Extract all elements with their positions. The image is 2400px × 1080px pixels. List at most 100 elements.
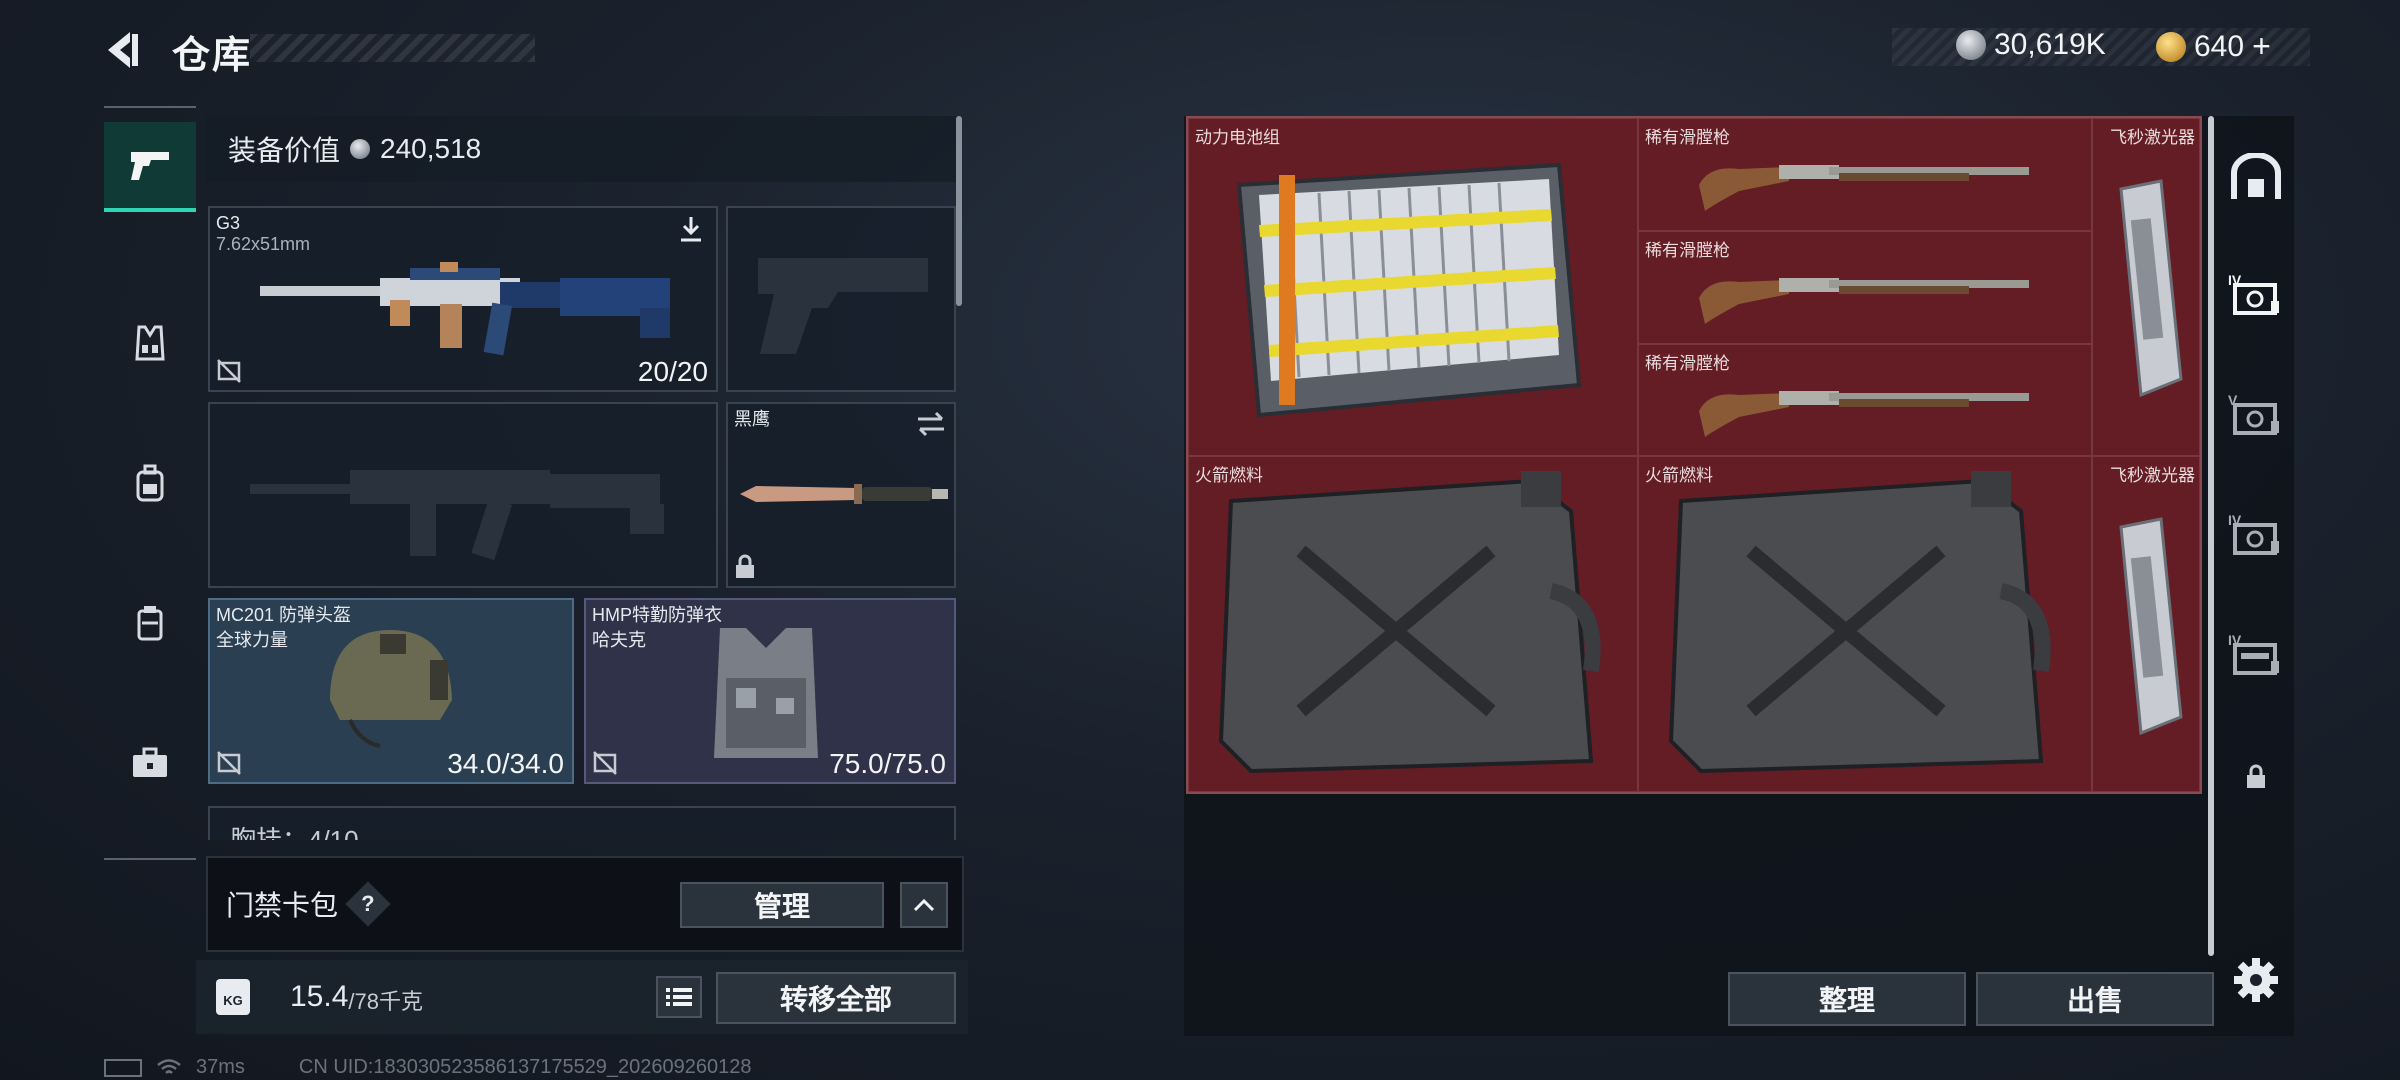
stash-item-musket[interactable]: 稀有滑膛枪 xyxy=(1638,344,2092,456)
equipment-value: 240,518 xyxy=(380,133,482,164)
back-button[interactable] xyxy=(100,26,148,74)
kettlebell-icon: KG xyxy=(216,979,250,1015)
weapon-durability: 20/20 xyxy=(637,356,708,387)
gold-coin-icon xyxy=(2156,31,2186,62)
sidebar-item-case-v[interactable]: V xyxy=(2214,362,2298,472)
jerrycan-icon xyxy=(1218,471,1601,774)
item-label: 飞秒激光器 xyxy=(2110,466,2195,485)
battery-pack-icon xyxy=(1236,162,1582,418)
melee-slot[interactable]: 黑鹰 xyxy=(726,402,956,588)
download-icon[interactable] xyxy=(676,214,706,244)
title-decoration xyxy=(250,34,535,62)
armor-brand: 哈夫克 xyxy=(592,630,646,650)
chest-rig-label: 胸挂：4/10 xyxy=(230,825,359,840)
pistol-icon xyxy=(131,152,169,180)
melee-name: 黑鹰 xyxy=(734,409,770,429)
stash-item-rocket-fuel[interactable]: 火箭燃料 xyxy=(1188,456,1638,792)
sidebar-item-backpack[interactable] xyxy=(104,438,196,528)
item-label: 飞秒激光器 xyxy=(2110,128,2195,147)
lock-icon xyxy=(736,554,754,578)
case-tier-icon xyxy=(2233,403,2279,435)
musket-icon xyxy=(1699,278,2029,324)
stash-item-battery-pack[interactable]: 动力电池组 xyxy=(1188,118,1638,456)
pouch-icon xyxy=(137,606,163,641)
uninsured-icon xyxy=(217,359,241,383)
g3-rifle-icon xyxy=(260,262,670,356)
equipment-value-row: 装备价值 240,518 xyxy=(206,116,956,182)
transfer-all-button[interactable]: 转移全部 xyxy=(716,972,956,1024)
list-view-button[interactable] xyxy=(656,976,702,1018)
sidebar-item-pouch[interactable] xyxy=(104,578,196,668)
vest-icon xyxy=(135,325,165,361)
help-icon[interactable]: ? xyxy=(345,881,391,927)
card-pack-label: 门禁卡包 xyxy=(226,890,339,921)
jerrycan-icon xyxy=(1668,471,2051,774)
backpack-icon xyxy=(136,464,164,502)
sidebar-item-weapons[interactable] xyxy=(104,122,196,212)
stash-item-rocket-fuel[interactable]: 火箭燃料 xyxy=(1638,456,2092,792)
page-title: 仓库 xyxy=(172,35,253,77)
chest-rig-row[interactable]: 胸挂：4/10 xyxy=(208,806,956,840)
sell-button[interactable]: 出售 xyxy=(1976,972,2214,1026)
loadout-scrollbar[interactable] xyxy=(956,116,962,306)
secondary-weapon-slot-empty[interactable] xyxy=(208,402,718,588)
sidebar-item-chest-rig[interactable] xyxy=(104,298,196,388)
weight-max: /78千克 xyxy=(348,989,423,1014)
gear-icon xyxy=(2234,958,2278,1002)
sidebar-item-case-iv[interactable]: IV xyxy=(2214,242,2298,352)
stash-item-musket[interactable]: 稀有滑膛枪 xyxy=(1638,231,2092,344)
helmet-slot[interactable]: MC201 防弹头盔 全球力量 34.0/34.0 xyxy=(208,598,574,784)
silver-coin-icon xyxy=(350,139,371,159)
sidebar-item-case-iv-2[interactable]: IV xyxy=(2214,482,2298,592)
silver-amount: 30,619K xyxy=(1994,28,2106,61)
stash-item-femto-laser[interactable]: 飞秒激光器 xyxy=(2092,118,2200,456)
pistol-slot-empty[interactable] xyxy=(726,206,956,392)
sidebar-item-safe-box[interactable] xyxy=(2214,122,2298,232)
laser-icon xyxy=(2119,179,2183,398)
sidebar-item-case[interactable] xyxy=(104,718,196,808)
helmet-icon xyxy=(330,630,452,748)
knife-icon xyxy=(740,484,948,504)
armor-name: HMP特勤防弹衣 xyxy=(592,605,722,625)
swap-icon[interactable] xyxy=(914,410,948,438)
rifle-silhouette-icon xyxy=(250,470,664,561)
gold-amount: 640 xyxy=(2194,29,2245,63)
stash-item-musket[interactable]: 稀有滑膛枪 xyxy=(1638,118,2092,231)
sidebar-item-locked[interactable] xyxy=(2214,722,2298,832)
case-icon xyxy=(133,747,167,777)
safe-box-icon xyxy=(2231,153,2281,199)
back-arrow-icon xyxy=(108,32,138,68)
lock-icon xyxy=(2247,764,2265,788)
uninsured-icon xyxy=(217,751,241,775)
gold-currency[interactable]: 640 + xyxy=(2156,28,2271,65)
list-icon xyxy=(666,988,692,1006)
settings-button[interactable] xyxy=(2232,956,2280,1004)
silver-coin-icon xyxy=(1956,30,1986,60)
battery-icon xyxy=(104,1058,142,1077)
stash-item-femto-laser[interactable]: 飞秒激光器 xyxy=(2092,456,2200,792)
collapse-button[interactable] xyxy=(900,882,948,928)
musket-icon xyxy=(1699,165,2029,211)
helmet-durability: 34.0/34.0 xyxy=(447,748,564,779)
manage-button[interactable]: 管理 xyxy=(680,882,884,928)
uninsured-icon xyxy=(593,751,617,775)
laser-icon xyxy=(2119,517,2183,736)
silver-currency: 30,619K xyxy=(1956,28,2106,62)
stash-container-sidebar: IV V IV IV xyxy=(2214,116,2298,954)
weight-indicator: KG xyxy=(196,960,270,1034)
sort-button[interactable]: 整理 xyxy=(1728,972,1966,1026)
loadout-panel: 装备价值 240,518 G3 7.62x51mm 20/20 黑鹰 MC201… xyxy=(206,116,966,840)
card-pack-bar: 门禁卡包 ? 管理 xyxy=(206,856,964,952)
loadout-category-sidebar xyxy=(104,106,196,860)
body-armor-icon xyxy=(714,628,818,758)
add-gold-button[interactable]: + xyxy=(2252,28,2271,65)
weapon-name: G3 xyxy=(216,213,241,233)
armor-durability: 75.0/75.0 xyxy=(829,748,946,779)
chevron-up-icon xyxy=(913,898,935,912)
wifi-icon xyxy=(157,1058,181,1074)
helmet-brand: 全球力量 xyxy=(216,630,288,650)
primary-weapon-slot[interactable]: G3 7.62x51mm 20/20 xyxy=(208,206,718,392)
armor-slot[interactable]: HMP特勤防弹衣 哈夫克 75.0/75.0 xyxy=(584,598,956,784)
pistol-silhouette-icon xyxy=(758,258,928,354)
sidebar-item-case-iv-3[interactable]: IV xyxy=(2214,602,2298,712)
